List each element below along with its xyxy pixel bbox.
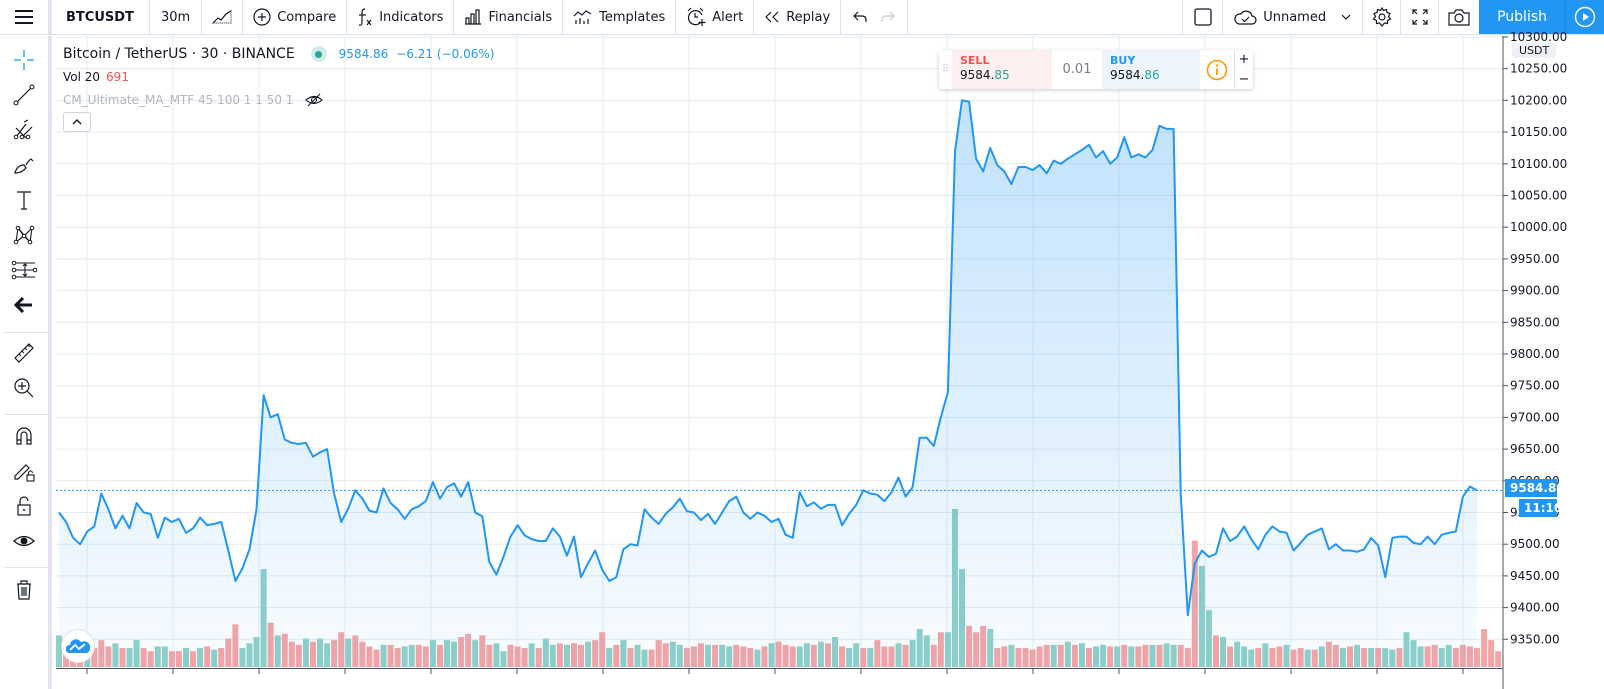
price-tick-label: 10250.00	[1510, 62, 1567, 76]
volume-bar	[1495, 651, 1502, 667]
price-tick-label: 9500.00	[1510, 537, 1560, 551]
sell-price: 9584.85	[960, 68, 1044, 82]
buy-sell-widget: ⠿ SELL 9584.85 0.01 BUY 9584.86 + −	[939, 50, 1253, 89]
quantity-stepper: + −	[1234, 50, 1253, 89]
price-tick-label: 9450.00	[1510, 569, 1560, 583]
chart-legend: Bitcoin / TetherUS · 30 · BINANCE 9584.8…	[63, 44, 494, 110]
price-tick-label: 9850.00	[1510, 315, 1560, 329]
countdown-label: 11:10	[1519, 499, 1562, 517]
drag-handle[interactable]: ⠿	[939, 50, 952, 89]
volume-bar	[1488, 640, 1495, 667]
indicator-legend: CM_Ultimate_MA_MTF 45 100 1 1 50 1	[63, 90, 494, 110]
volume-legend: Vol 20 691	[63, 67, 494, 87]
sell-price-frac: 85	[994, 68, 1010, 82]
indicator-name: CM_Ultimate_MA_MTF 45 100 1 1 50 1	[63, 93, 294, 107]
price-tick-label: 9750.00	[1510, 379, 1560, 393]
logo-cloud-icon	[66, 639, 90, 653]
info-icon	[1206, 59, 1228, 80]
decrease-button[interactable]: −	[1235, 70, 1253, 90]
legend-last-price: 9584.86	[338, 47, 389, 61]
symbol-title: Bitcoin / TetherUS · 30 · BINANCE	[63, 46, 295, 62]
price-tick-label: 10200.00	[1510, 93, 1567, 107]
price-tick-label: 9700.00	[1510, 410, 1560, 424]
volume-value: 691	[106, 70, 129, 84]
tradingview-logo[interactable]	[61, 629, 95, 663]
last-price-label: 9584.86	[1505, 479, 1565, 497]
hidden-eye-icon[interactable]	[305, 93, 324, 107]
price-tick-label: 9900.00	[1510, 284, 1560, 298]
price-tick-label: 9350.00	[1510, 632, 1560, 646]
sell-button[interactable]: SELL 9584.85	[952, 50, 1052, 89]
legend-change: −6.21 (−0.06%)	[396, 47, 495, 61]
price-tick-label: 9650.00	[1510, 442, 1560, 456]
sell-price-main: 9584.	[960, 68, 995, 82]
spread-value: 0.01	[1062, 62, 1092, 77]
buy-button[interactable]: BUY 9584.86	[1102, 50, 1200, 89]
price-area-fill	[59, 100, 1477, 668]
price-tick-label: 10300.00	[1510, 30, 1567, 44]
price-tick-label: 10000.00	[1510, 220, 1567, 234]
volume-bar	[1481, 629, 1488, 667]
currency-label[interactable]: USDT	[1512, 43, 1557, 58]
price-tick-label: 9800.00	[1510, 347, 1560, 361]
price-tick-label: 9950.00	[1510, 252, 1560, 266]
price-tick-label: 9400.00	[1510, 601, 1560, 615]
market-status-icon[interactable]	[310, 46, 327, 62]
buy-price-frac: 86	[1144, 68, 1160, 82]
symbol-legend: Bitcoin / TetherUS · 30 · BINANCE 9584.8…	[63, 44, 494, 64]
chevron-up-icon	[72, 119, 82, 125]
increase-button[interactable]: +	[1235, 50, 1253, 70]
buy-price-main: 9584.	[1110, 68, 1145, 82]
collapse-legend-button[interactable]	[63, 112, 91, 132]
sell-label: SELL	[960, 54, 990, 67]
price-tick-label: 10050.00	[1510, 189, 1567, 203]
info-button[interactable]	[1200, 50, 1234, 89]
price-tick-label: 10100.00	[1510, 157, 1567, 171]
buy-label: BUY	[1110, 54, 1136, 67]
price-tick-label: 10150.00	[1510, 125, 1567, 139]
volume-label: Vol 20	[63, 70, 101, 84]
buy-price: 9584.86	[1110, 68, 1192, 82]
